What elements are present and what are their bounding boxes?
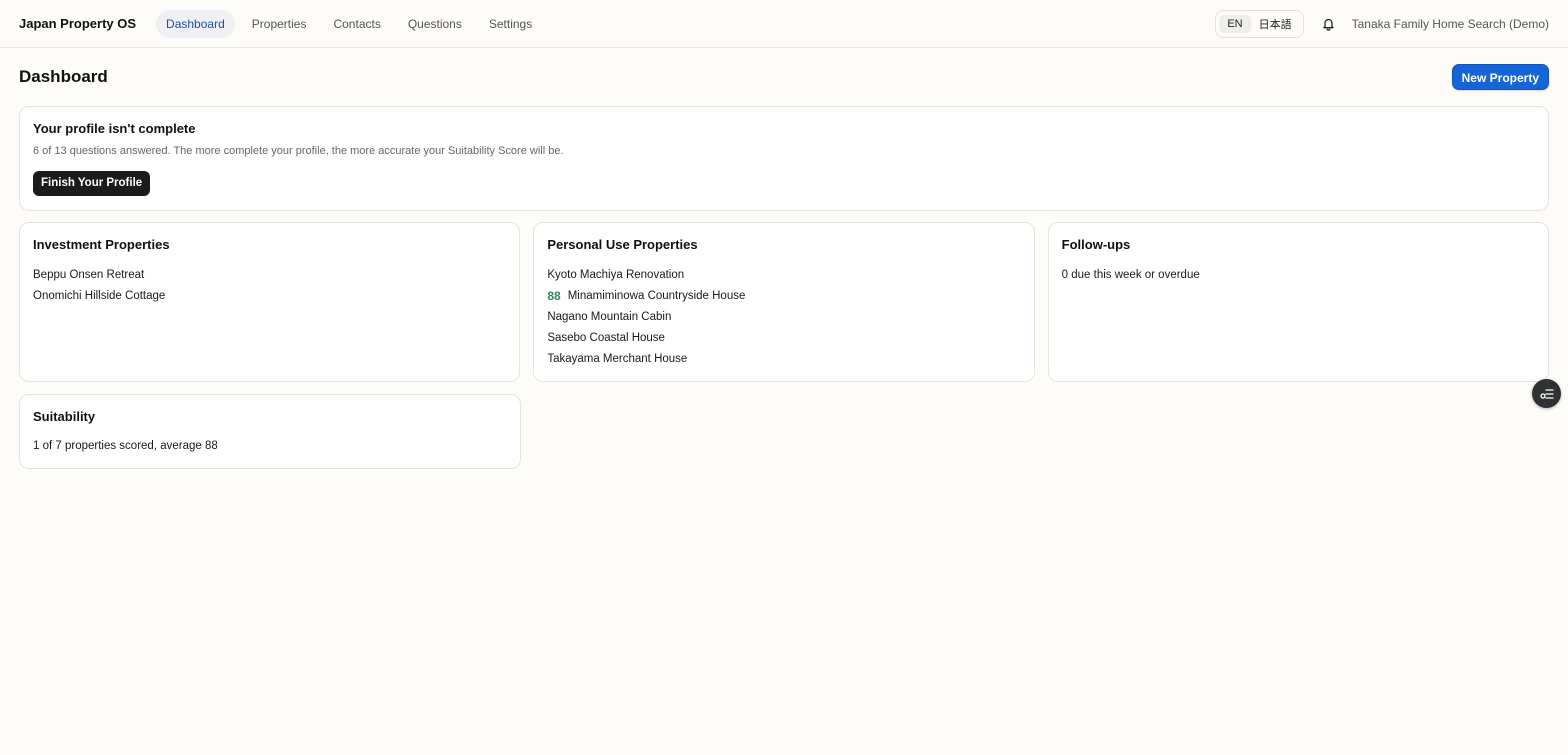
floating-menu-button[interactable]	[1532, 379, 1561, 408]
follow-ups-card: Follow-ups 0 due this week or overdue	[1047, 222, 1549, 382]
nav-settings[interactable]: Settings	[479, 10, 542, 38]
property-name: Minamiminowa Countryside House	[567, 290, 746, 302]
property-name: Sasebo Coastal House	[547, 332, 665, 344]
followups-summary: 0 due this week or overdue	[1061, 269, 1200, 281]
new-property-button[interactable]: New Property	[1451, 64, 1549, 90]
suitability-card-title: Suitability	[33, 409, 96, 424]
profile-incomplete-card: Your profile isn't complete 6 of 13 ques…	[19, 106, 1549, 211]
list-item[interactable]: Beppu Onsen Retreat	[33, 268, 506, 289]
summary-grid: Investment Properties Beppu Onsen Retrea…	[19, 222, 1549, 382]
lang-en-option[interactable]: EN	[1219, 14, 1251, 33]
investment-card-title: Investment Properties	[33, 237, 170, 252]
finish-profile-button[interactable]: Finish Your Profile	[33, 171, 151, 196]
property-name: Kyoto Machiya Renovation	[547, 269, 685, 281]
menu-settings-icon	[1539, 388, 1554, 399]
personal-use-properties-card: Personal Use Properties Kyoto Machiya Re…	[533, 222, 1035, 382]
nav-dashboard[interactable]: Dashboard	[156, 9, 235, 38]
suitability-summary: 1 of 7 properties scored, average 88	[33, 440, 218, 452]
topbar-right: EN 日本語 Tanaka Family Home Search (Demo)	[1215, 9, 1549, 38]
followups-list: 0 due this week or overdue	[1062, 268, 1535, 289]
account-name[interactable]: Tanaka Family Home Search (Demo)	[1352, 17, 1549, 31]
followups-card-title: Follow-ups	[1061, 237, 1131, 252]
list-item[interactable]: Kyoto Machiya Renovation	[547, 268, 1020, 289]
personal-list: Kyoto Machiya Renovation 88 Minamiminowa…	[547, 268, 1020, 373]
page-header: Dashboard New Property	[19, 48, 1549, 106]
lang-ja-option[interactable]: 日本語	[1251, 13, 1300, 35]
main-content: Dashboard New Property Your profile isn'…	[0, 48, 1568, 469]
list-item[interactable]: Sasebo Coastal House	[547, 331, 1020, 352]
investment-list: Beppu Onsen Retreat Onomichi Hillside Co…	[33, 268, 506, 310]
suitability-card: Suitability 1 of 7 properties scored, av…	[19, 394, 521, 469]
nav-questions[interactable]: Questions	[398, 10, 472, 38]
nav-contacts[interactable]: Contacts	[323, 10, 390, 38]
property-name: Nagano Mountain Cabin	[547, 311, 672, 323]
profile-card-subtitle: 6 of 13 questions answered. The more com…	[33, 145, 564, 157]
top-bar: Japan Property OS Dashboard Properties C…	[0, 0, 1568, 48]
personal-card-title: Personal Use Properties	[547, 237, 698, 252]
suitability-score: 88	[547, 289, 561, 303]
investment-properties-card: Investment Properties Beppu Onsen Retrea…	[19, 222, 521, 382]
page-title: Dashboard	[19, 67, 108, 86]
list-item[interactable]: Takayama Merchant House	[547, 352, 1020, 373]
property-name: Takayama Merchant House	[547, 353, 688, 365]
profile-card-title: Your profile isn't complete	[33, 121, 196, 136]
list-item[interactable]: Nagano Mountain Cabin	[547, 310, 1020, 331]
list-item[interactable]: Onomichi Hillside Cottage	[33, 289, 506, 310]
main-nav: Dashboard Properties Contacts Questions …	[156, 9, 545, 38]
bell-icon[interactable]	[1320, 15, 1338, 33]
list-item[interactable]: 88 Minamiminowa Countryside House	[547, 289, 1020, 310]
nav-properties[interactable]: Properties	[242, 10, 317, 38]
language-switcher: EN 日本語	[1215, 9, 1304, 38]
app-brand[interactable]: Japan Property OS	[19, 16, 136, 31]
